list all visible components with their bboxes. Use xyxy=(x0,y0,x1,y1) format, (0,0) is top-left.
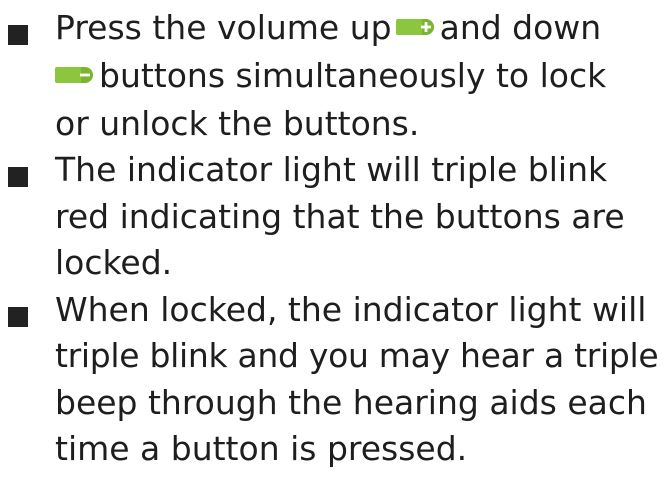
square-bullet-icon xyxy=(8,25,28,45)
square-bullet-icon xyxy=(8,306,28,327)
volume-up-button-icon xyxy=(395,3,434,50)
square-bullet-icon xyxy=(8,167,28,187)
text-line: The indicator light will triple blink xyxy=(55,150,608,189)
text-line: When locked, the indicator light will xyxy=(55,289,647,329)
text-line: buttons simultaneously to lock xyxy=(55,53,661,101)
text-line: locked. xyxy=(55,243,173,282)
text-line: time a button is pressed. xyxy=(55,429,468,468)
text-line: or unlock the buttons. xyxy=(55,103,420,143)
text-line: triple blink and you may hear a triple xyxy=(55,336,659,375)
volume-down-button-icon xyxy=(55,51,93,98)
instruction-list: Press the volume up and down buttons simu… xyxy=(0,5,661,473)
list-item: When locked, the indicator light will tr… xyxy=(0,287,661,473)
list-item: The indicator light will triple blink re… xyxy=(0,147,661,287)
instruction-page: Press the volume up and down buttons simu… xyxy=(0,0,666,491)
text-line: beep through the hearing aids each xyxy=(55,382,647,422)
list-item: Press the volume up and down buttons simu… xyxy=(0,5,661,147)
text-line: Press the volume up and down xyxy=(55,5,661,53)
text-line: red indicating that the buttons are xyxy=(55,196,625,236)
